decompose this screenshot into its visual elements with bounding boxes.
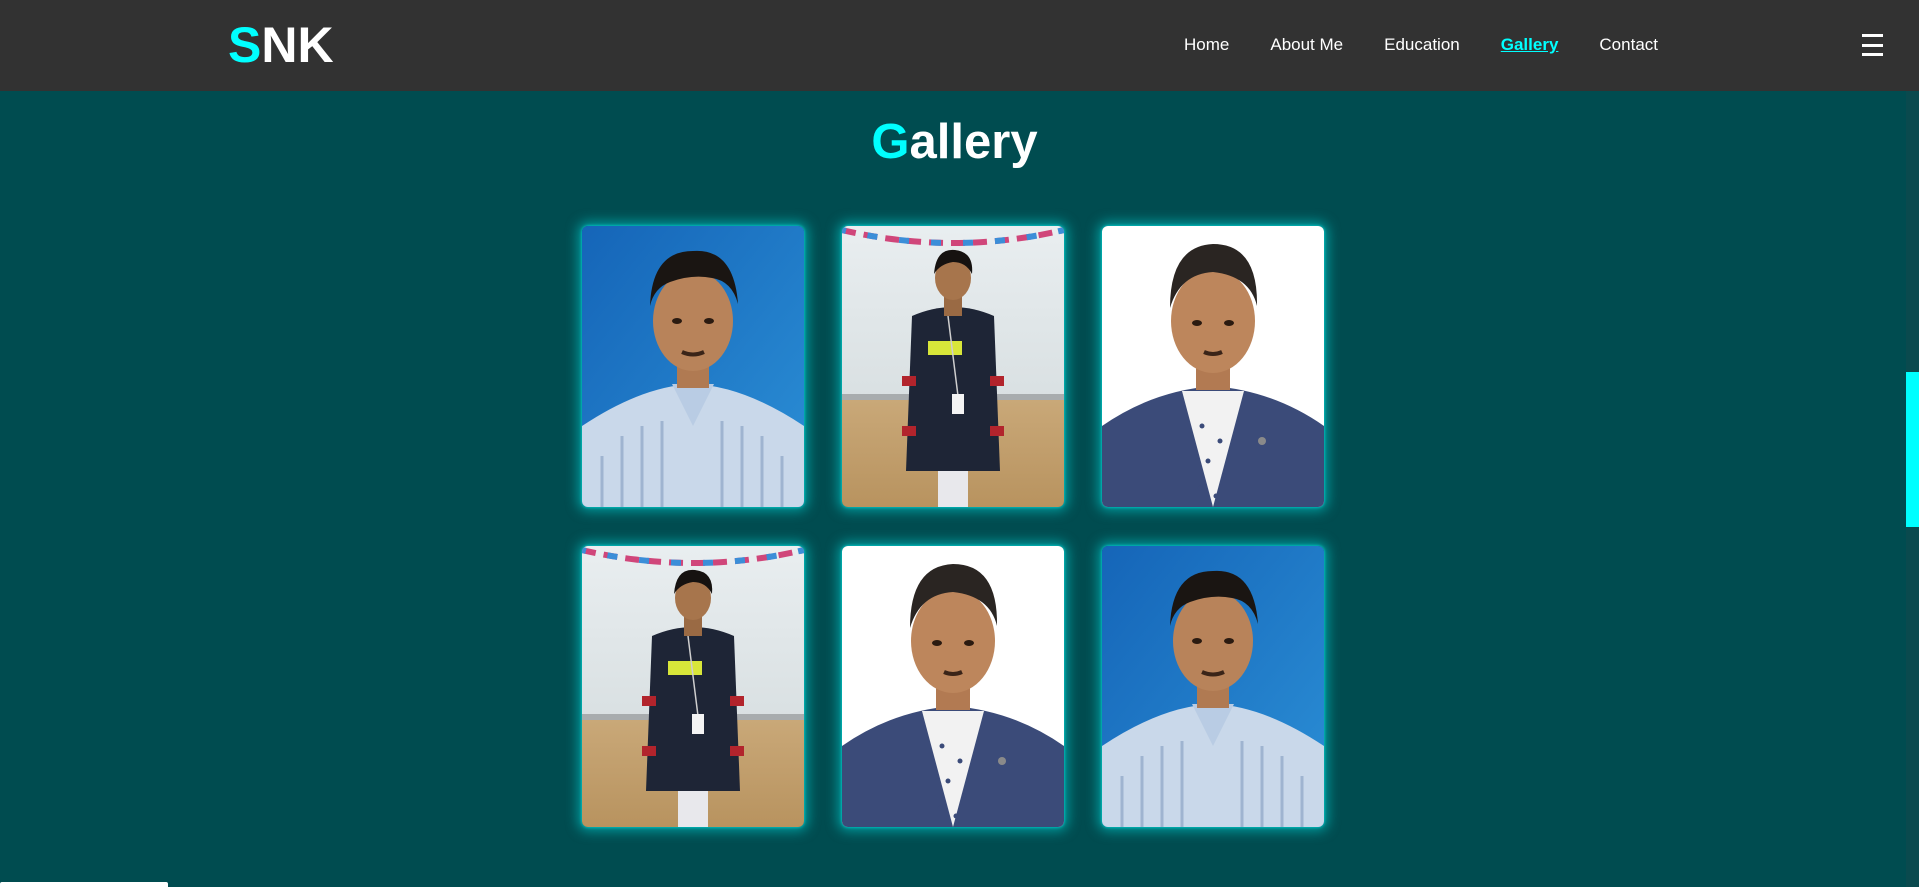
- gallery-grid: [582, 226, 1324, 827]
- title-accent-letter: G: [871, 115, 910, 169]
- portrait-photo: [842, 546, 1064, 827]
- bottom-bar: [0, 882, 168, 887]
- portrait-photo: [582, 226, 804, 507]
- logo-rest: NK: [261, 17, 334, 73]
- nav-link-contact[interactable]: Contact: [1599, 34, 1658, 56]
- full-body-photo: [582, 546, 804, 827]
- nav-link-gallery[interactable]: Gallery: [1501, 34, 1559, 56]
- page-title: Gallery: [0, 114, 1909, 170]
- site-logo[interactable]: SNK: [228, 18, 334, 73]
- portrait-photo: [1102, 546, 1324, 827]
- hamburger-icon[interactable]: [1862, 34, 1886, 56]
- gallery-photo[interactable]: [582, 546, 804, 827]
- title-rest: allery: [909, 115, 1038, 169]
- gallery-photo[interactable]: [1102, 226, 1324, 507]
- gallery-photo[interactable]: [842, 546, 1064, 827]
- gallery-photo[interactable]: [582, 226, 804, 507]
- full-body-photo: [842, 226, 1064, 507]
- gallery-photo[interactable]: [1102, 546, 1324, 827]
- scrollbar-thumb[interactable]: [1906, 372, 1919, 527]
- gallery-photo[interactable]: [842, 226, 1064, 507]
- nav-links: Home About Me Education Gallery Contact: [1184, 34, 1699, 56]
- nav-link-about-me[interactable]: About Me: [1270, 34, 1343, 56]
- nav-link-education[interactable]: Education: [1384, 34, 1460, 56]
- logo-accent-letter: S: [228, 17, 262, 73]
- portrait-photo: [1102, 226, 1324, 507]
- navbar: SNK Home About Me Education Gallery Cont…: [0, 0, 1919, 91]
- nav-link-home[interactable]: Home: [1184, 34, 1229, 56]
